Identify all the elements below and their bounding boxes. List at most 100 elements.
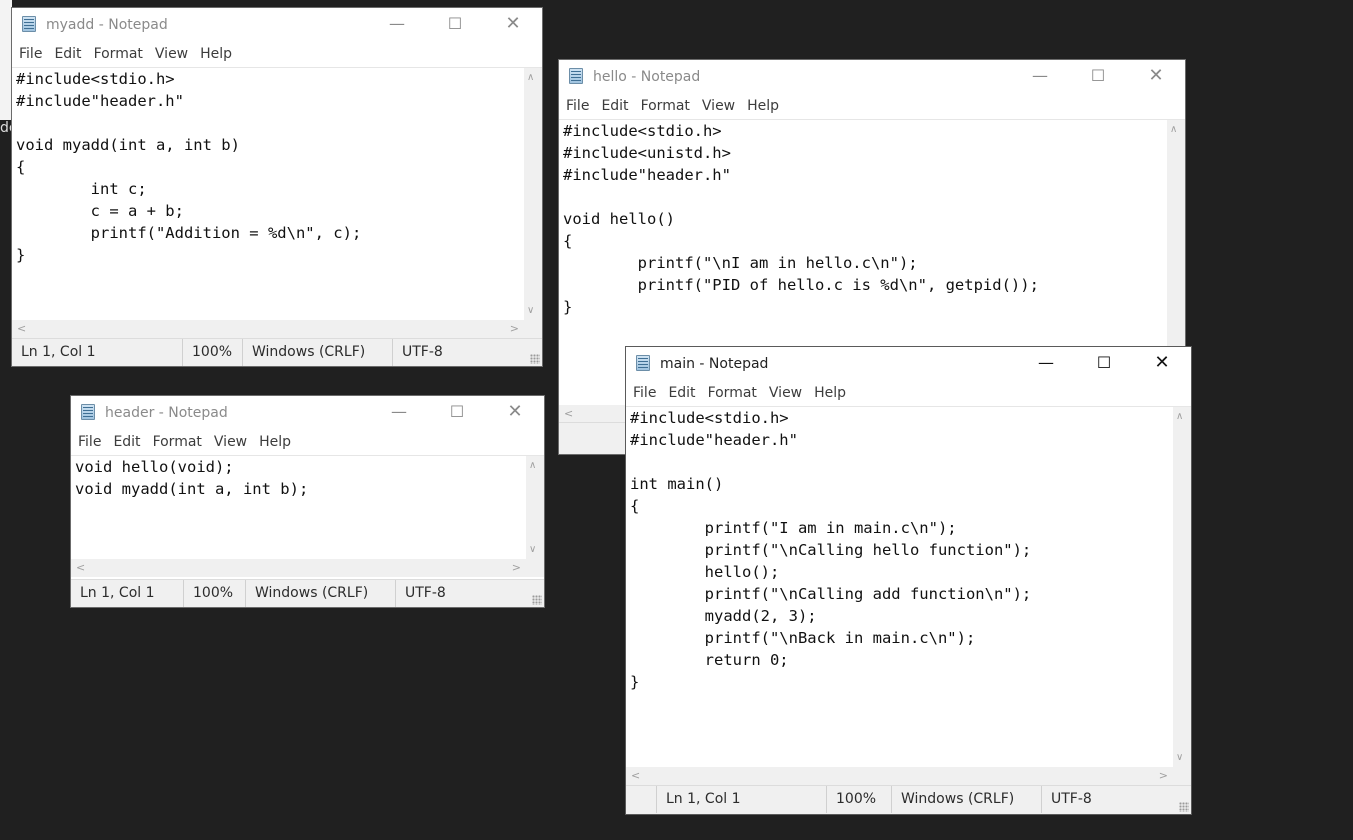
scroll-down-arrow-icon[interactable]: ∨ bbox=[1176, 752, 1183, 763]
background-window-text: de bbox=[0, 120, 11, 136]
title-bar[interactable]: myadd - Notepad — ☐ ✕ bbox=[12, 8, 542, 42]
status-zoom: 100% bbox=[182, 339, 242, 366]
notepad-icon bbox=[81, 404, 95, 420]
notepad-window-header[interactable]: header - Notepad — ☐ ✕ File Edit Format Vie… bbox=[70, 395, 545, 608]
code-line: printf("\nCalling add function\n"); bbox=[630, 585, 1032, 603]
code-line: int c; bbox=[16, 180, 147, 198]
menu-file[interactable]: File bbox=[13, 42, 48, 62]
maximize-button[interactable]: ☐ bbox=[428, 396, 486, 430]
menu-help[interactable]: Help bbox=[741, 94, 785, 114]
status-bar: Ln 1, Col 1 100% Windows (CRLF) UTF-8 bbox=[626, 785, 1191, 814]
code-line: } bbox=[563, 298, 573, 316]
menu-edit[interactable]: Edit bbox=[662, 381, 701, 401]
status-line-ending: Windows (CRLF) bbox=[245, 580, 395, 607]
close-button[interactable]: ✕ bbox=[484, 8, 542, 42]
menu-file[interactable]: File bbox=[560, 94, 595, 114]
menu-bar: File Edit Format View Help bbox=[71, 430, 544, 456]
resize-grip-icon[interactable] bbox=[530, 354, 540, 364]
window-title: myadd - Notepad bbox=[46, 17, 168, 33]
horizontal-scrollbar[interactable]: < > bbox=[71, 559, 526, 577]
text-editor[interactable]: void hello(void); void myadd(int a, int b… bbox=[71, 456, 526, 559]
vertical-scrollbar[interactable]: ∧ ∨ bbox=[524, 68, 542, 320]
menu-view[interactable]: View bbox=[763, 381, 808, 401]
menu-format[interactable]: Format bbox=[147, 430, 208, 450]
status-zoom: 100% bbox=[826, 786, 891, 813]
code-line: return 0; bbox=[630, 651, 789, 669]
status-cursor-position: Ln 1, Col 1 bbox=[80, 585, 155, 601]
notepad-window-myadd[interactable]: myadd - Notepad — ☐ ✕ File Edit Format View… bbox=[11, 7, 543, 367]
scroll-right-arrow-icon[interactable]: > bbox=[510, 322, 519, 335]
text-editor[interactable]: #include<stdio.h> #include"header.h" int … bbox=[626, 407, 1173, 767]
scroll-up-arrow-icon[interactable]: ∧ bbox=[529, 460, 536, 471]
scroll-right-arrow-icon[interactable]: > bbox=[1159, 769, 1168, 782]
minimize-button[interactable]: — bbox=[370, 396, 428, 430]
close-button[interactable]: ✕ bbox=[1127, 60, 1185, 94]
code-line: void myadd(int a, int b); bbox=[75, 480, 309, 498]
notepad-window-main[interactable]: main - Notepad — ☐ ✕ File Edit Format View H… bbox=[625, 346, 1192, 815]
code-line: hello(); bbox=[630, 563, 780, 581]
menu-help[interactable]: Help bbox=[194, 42, 238, 62]
menu-bar: File Edit Format View Help bbox=[626, 381, 1191, 407]
window-title: header - Notepad bbox=[105, 405, 228, 421]
code-line: printf("PID of hello.c is %d\n", getpid(… bbox=[563, 276, 1039, 294]
menu-file[interactable]: File bbox=[72, 430, 107, 450]
resize-grip-icon[interactable] bbox=[532, 595, 542, 605]
close-button[interactable]: ✕ bbox=[486, 396, 544, 430]
status-blank-cell bbox=[626, 786, 656, 813]
minimize-button[interactable]: — bbox=[1017, 347, 1075, 381]
title-bar[interactable]: hello - Notepad — ☐ ✕ bbox=[559, 60, 1185, 94]
code-line: void myadd(int a, int b) bbox=[16, 136, 240, 154]
vertical-scrollbar[interactable]: ∧ ∨ bbox=[1173, 407, 1191, 767]
minimize-button[interactable]: — bbox=[368, 8, 426, 42]
menu-edit[interactable]: Edit bbox=[48, 42, 87, 62]
title-bar[interactable]: header - Notepad — ☐ ✕ bbox=[71, 396, 544, 430]
code-line: myadd(2, 3); bbox=[630, 607, 817, 625]
text-editor[interactable]: #include<stdio.h> #include"header.h" void… bbox=[12, 68, 524, 320]
scroll-left-arrow-icon[interactable]: < bbox=[631, 769, 640, 782]
minimize-button[interactable]: — bbox=[1011, 60, 1069, 94]
title-bar[interactable]: main - Notepad — ☐ ✕ bbox=[626, 347, 1191, 381]
scroll-left-arrow-icon[interactable]: < bbox=[17, 322, 26, 335]
maximize-button[interactable]: ☐ bbox=[1075, 347, 1133, 381]
close-button[interactable]: ✕ bbox=[1133, 347, 1191, 381]
code-line: printf("Addition = %d\n", c); bbox=[16, 224, 362, 242]
menu-format[interactable]: Format bbox=[702, 381, 763, 401]
horizontal-scrollbar[interactable]: < > bbox=[626, 767, 1173, 785]
status-line-ending: Windows (CRLF) bbox=[891, 786, 1041, 813]
scroll-up-arrow-icon[interactable]: ∧ bbox=[527, 72, 534, 83]
scroll-down-arrow-icon[interactable]: ∨ bbox=[529, 544, 536, 555]
status-cursor-position: Ln 1, Col 1 bbox=[656, 786, 826, 813]
scroll-up-arrow-icon[interactable]: ∧ bbox=[1176, 411, 1183, 422]
status-encoding: UTF-8 bbox=[1041, 786, 1171, 813]
code-line: void hello(void); bbox=[75, 458, 234, 476]
menu-edit[interactable]: Edit bbox=[595, 94, 634, 114]
code-line: { bbox=[16, 158, 26, 176]
code-line: printf("I am in main.c\n"); bbox=[630, 519, 957, 537]
scroll-right-arrow-icon[interactable]: > bbox=[512, 561, 521, 574]
notepad-icon bbox=[22, 16, 36, 32]
menu-format[interactable]: Format bbox=[635, 94, 696, 114]
menu-help[interactable]: Help bbox=[808, 381, 852, 401]
code-line: #include<stdio.h> bbox=[630, 409, 789, 427]
menu-view[interactable]: View bbox=[696, 94, 741, 114]
scroll-down-arrow-icon[interactable]: ∨ bbox=[527, 305, 534, 316]
horizontal-scrollbar[interactable]: < > bbox=[12, 320, 524, 338]
menu-view[interactable]: View bbox=[208, 430, 253, 450]
code-line: #include<unistd.h> bbox=[563, 144, 731, 162]
scroll-up-arrow-icon[interactable]: ∧ bbox=[1170, 124, 1177, 135]
menu-format[interactable]: Format bbox=[88, 42, 149, 62]
scroll-left-arrow-icon[interactable]: < bbox=[76, 561, 85, 574]
maximize-button[interactable]: ☐ bbox=[1069, 60, 1127, 94]
vertical-scrollbar[interactable]: ∧ ∨ bbox=[526, 456, 544, 559]
menu-view[interactable]: View bbox=[149, 42, 194, 62]
resize-grip-icon[interactable] bbox=[1179, 802, 1189, 812]
maximize-button[interactable]: ☐ bbox=[426, 8, 484, 42]
menu-file[interactable]: File bbox=[627, 381, 662, 401]
notepad-icon bbox=[569, 68, 583, 84]
scroll-left-arrow-icon[interactable]: < bbox=[564, 407, 573, 420]
menu-help[interactable]: Help bbox=[253, 430, 297, 450]
menu-edit[interactable]: Edit bbox=[107, 430, 146, 450]
scrollbar-corner bbox=[524, 320, 542, 338]
